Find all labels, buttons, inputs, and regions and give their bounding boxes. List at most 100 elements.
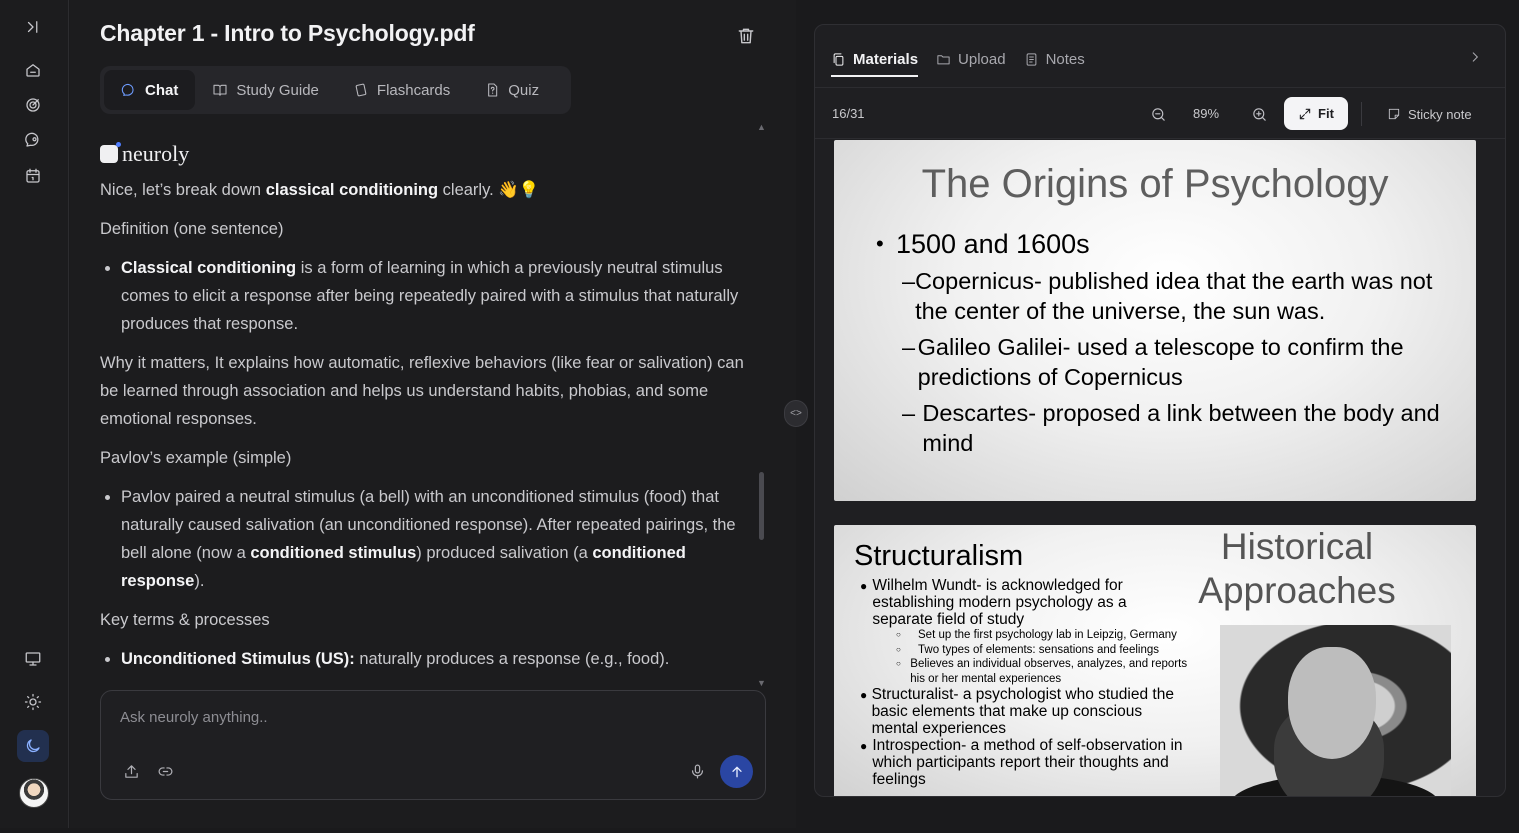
zoom-in-button[interactable] <box>1247 102 1271 126</box>
send-button[interactable] <box>720 755 753 788</box>
slide-origins: The Origins of Psychology • 1500 and 1600… <box>834 140 1476 501</box>
chat-icon <box>121 83 134 96</box>
moon-icon[interactable] <box>17 730 49 762</box>
sub-bullet-text: Galileo Galilei- used a telescope to con… <box>917 334 1404 390</box>
bullet-mark: ● <box>860 739 868 753</box>
bullet-text: Introspection- a method of self-observat… <box>872 737 1183 788</box>
page-indicator: 16/31 <box>832 106 865 121</box>
tab-notes[interactable]: Notes <box>1024 43 1085 75</box>
slide-bullet: ● Wilhelm Wundt- is acknowledged for esta… <box>860 577 1190 628</box>
quiz-icon <box>488 83 498 97</box>
chat-user-icon[interactable] <box>17 124 49 156</box>
microphone-button[interactable] <box>685 759 709 783</box>
bold-run: Classical conditioning <box>121 259 297 277</box>
tab-chat[interactable]: Chat <box>104 70 196 110</box>
intro-line: Nice, let’s break down classical conditi… <box>100 176 760 204</box>
sub-bullet-text: Two types of elements: sensations and fe… <box>918 643 1160 656</box>
composer <box>100 690 766 800</box>
bullet-text: Wilhelm Wundt- is acknowledged for estab… <box>872 577 1127 628</box>
viewer-toolbar: 16/31 89% Fit Sticky note <box>815 87 1505 139</box>
microphone-icon <box>691 764 703 778</box>
slide-body: • 1500 and 1600s – Copernicus- published i… <box>876 228 1456 458</box>
list-item: Classical conditioning is a form of lear… <box>121 254 760 338</box>
slide-structuralism: Structuralism Historical Approaches ● Wil… <box>834 525 1476 796</box>
delete-button[interactable] <box>734 24 758 48</box>
target-icon[interactable] <box>17 89 49 121</box>
sticky-note-icon <box>1388 108 1400 120</box>
link-button[interactable] <box>153 759 177 783</box>
tab-upload[interactable]: Upload <box>936 43 1006 75</box>
tab-label: Flashcards <box>376 81 451 99</box>
definition-heading: Definition (one sentence) <box>100 220 284 238</box>
upload-button[interactable] <box>119 759 143 783</box>
sub-bullet-text: Descartes- proposed a link between the b… <box>922 400 1440 456</box>
bold-run: conditioned stimulus <box>250 544 417 562</box>
text-run: ). <box>194 572 205 590</box>
slide-bullet: ● Introspection- a method of self-observa… <box>860 737 1190 788</box>
key-terms-heading: Key terms & processes <box>100 611 270 629</box>
page-title: Chapter 1 - Intro to Psychology.pdf <box>100 20 475 46</box>
bold-run: classical conditioning <box>265 181 439 199</box>
circle-mark: ○ <box>896 630 901 639</box>
tab-label: Notes <box>1045 50 1085 68</box>
zoom-out-button[interactable] <box>1146 102 1170 126</box>
chat-tabs: Chat Study Guide Flashcards Quiz <box>100 66 571 114</box>
left-rail <box>0 0 69 828</box>
tab-flashcards[interactable]: Flashcards <box>336 70 467 110</box>
circle-mark: ○ <box>896 644 901 654</box>
dash-mark: – <box>902 334 916 360</box>
tab-label: Study Guide <box>236 81 319 99</box>
chat-panel: Chapter 1 - Intro to Psychology.pdf Chat… <box>70 0 796 828</box>
slide-sub-bullet: ○ Set up the first psychology lab in Leip… <box>896 628 1190 643</box>
dash-mark: – <box>902 400 916 426</box>
tab-label: Upload <box>958 50 1006 68</box>
notes-icon <box>1026 52 1036 66</box>
tab-study-guide[interactable]: Study Guide <box>195 70 336 110</box>
home-icon[interactable] <box>17 54 49 86</box>
list-item: Unconditioned Stimulus (US): naturally p… <box>121 645 760 673</box>
bullet-mark: • <box>876 231 884 256</box>
link-icon <box>158 766 172 776</box>
neuroly-logo-icon <box>100 142 121 163</box>
text-run: clearly. <box>438 181 494 199</box>
copy-icon <box>833 52 844 66</box>
arrow-up-icon <box>731 766 742 777</box>
pavlov-heading: Pavlov’s example (simple) <box>100 449 292 467</box>
chevron-right-icon <box>1472 52 1479 62</box>
zoom-level: 89% <box>1193 106 1220 121</box>
sun-icon[interactable] <box>17 686 49 718</box>
dash-mark: – <box>902 268 916 294</box>
sticky-note-button[interactable]: Sticky note <box>1387 98 1472 130</box>
text-run: naturally produces a response (e.g., foo… <box>354 650 670 668</box>
tab-label: Materials <box>853 50 919 68</box>
materials-tabs: Materials Upload Notes <box>831 43 1085 77</box>
slide-side-title: Historical Approaches <box>1198 526 1396 611</box>
sub-bullet-text: Copernicus- published idea that the eart… <box>915 268 1433 324</box>
zoom-out-icon <box>1151 107 1165 121</box>
portrait-face <box>1288 647 1376 759</box>
resize-handle[interactable]: <> <box>784 400 808 427</box>
bullet-mark: ● <box>860 579 868 593</box>
toolbar-divider <box>1361 102 1362 126</box>
monitor-icon[interactable] <box>17 643 49 675</box>
calendar-icon[interactable] <box>17 160 49 192</box>
message-input[interactable] <box>120 709 720 726</box>
fit-button[interactable]: Fit <box>1284 97 1348 130</box>
avatar[interactable] <box>19 778 49 808</box>
slide-sub-bullet: – Copernicus- published idea that the ear… <box>902 266 1456 326</box>
expand-sidebar-icon[interactable] <box>17 11 49 43</box>
fit-label: Fit <box>1318 106 1334 121</box>
cards-icon <box>355 83 367 97</box>
text-run: Nice, let’s break down <box>100 181 266 199</box>
list-item: Pavlov paired a neutral stimulus (a bell… <box>121 483 760 595</box>
app-window: Chapter 1 - Intro to Psychology.pdf Chat… <box>0 0 1519 833</box>
wundt-portrait <box>1220 625 1451 796</box>
key-terms-list: Unconditioned Stimulus (US): naturally p… <box>121 645 760 673</box>
tab-materials[interactable]: Materials <box>831 43 919 77</box>
tab-quiz[interactable]: Quiz <box>467 70 556 110</box>
slide-title: The Origins of Psychology <box>921 162 1389 206</box>
tab-label: Chat <box>145 81 179 99</box>
folder-icon <box>937 54 950 64</box>
slide-sub-bullet: – Galileo Galilei- used a telescope to co… <box>902 332 1456 392</box>
collapse-panel-button[interactable] <box>1465 47 1485 67</box>
